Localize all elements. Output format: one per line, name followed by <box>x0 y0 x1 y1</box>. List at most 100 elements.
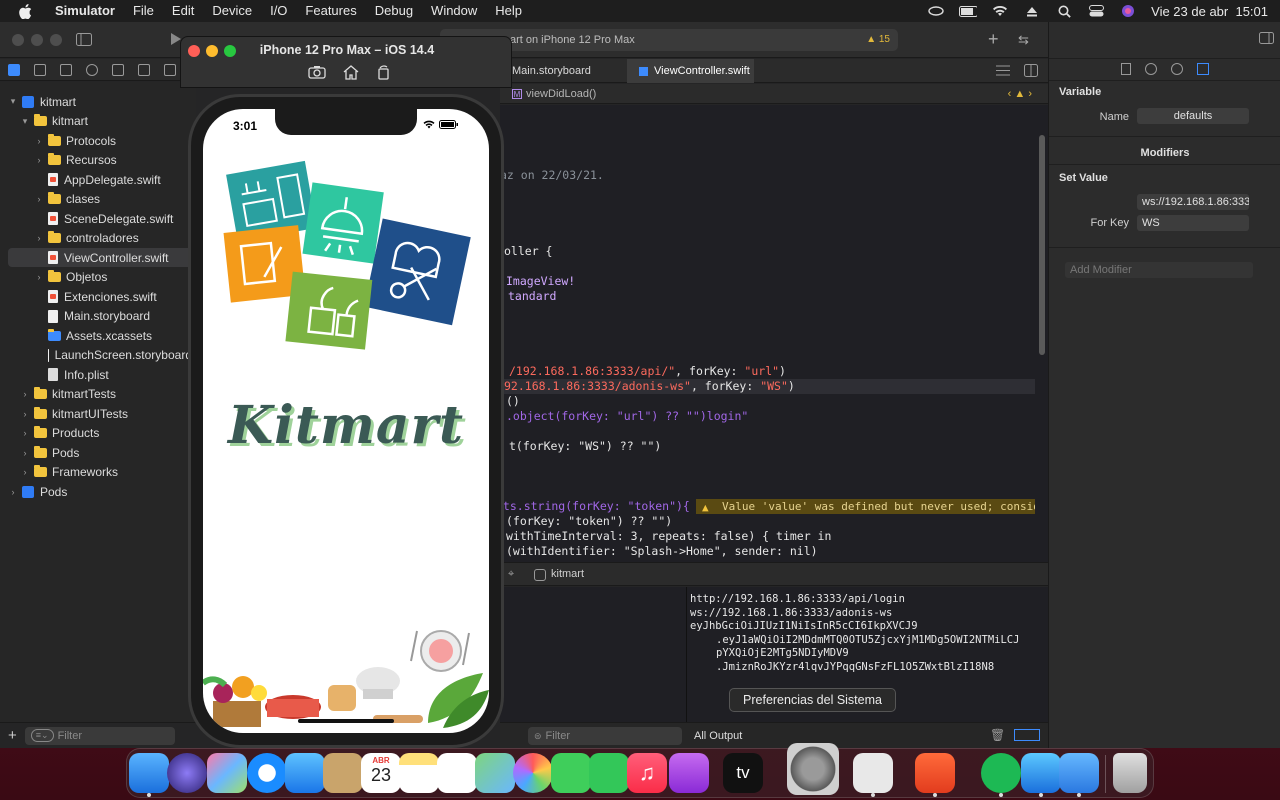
tree-row-file-selected[interactable]: ViewController.swift <box>8 248 192 267</box>
disclosure-closed-icon[interactable]: › <box>20 448 30 458</box>
siri-app-icon[interactable] <box>167 753 207 793</box>
tree-row-file[interactable]: LaunchScreen.storyboard <box>8 346 192 365</box>
disclosure-closed-icon[interactable]: › <box>20 428 30 438</box>
rotate-icon[interactable] <box>375 64 393 80</box>
menubar-clock[interactable]: Vie 23 de abr 15:01 <box>1151 4 1268 19</box>
photos-icon[interactable] <box>513 753 553 793</box>
disclosure-closed-icon[interactable]: › <box>20 409 30 419</box>
tree-row-file[interactable]: Info.plist <box>8 365 192 384</box>
navigator-filter-input[interactable]: ≡⌄ Filter <box>24 726 175 745</box>
inspector-toggle-icon[interactable] <box>1259 32 1274 47</box>
contacts-icon[interactable] <box>323 753 363 793</box>
file-inspector-icon[interactable] <box>1121 63 1131 75</box>
console-layout-icon[interactable] <box>1014 729 1040 741</box>
creative-cloud-icon[interactable] <box>927 4 945 18</box>
debug-target-label[interactable]: kitmart <box>551 568 584 580</box>
issue-warning-icon[interactable]: ‹ ▲ › <box>1008 84 1032 104</box>
tree-row-folder[interactable]: › kitmartTests <box>8 385 192 404</box>
inline-warning[interactable]: ▲ Value 'value' was defined but never use… <box>696 499 1035 514</box>
safari-icon[interactable] <box>247 753 287 793</box>
disclosure-closed-icon[interactable]: › <box>8 487 18 497</box>
tree-row-file[interactable]: Main.storyboard <box>8 307 192 326</box>
tree-row-folder[interactable]: › clases <box>8 190 192 209</box>
tree-row-file[interactable]: SceneDelegate.swift <box>8 209 192 228</box>
debug-navigator-icon[interactable] <box>164 63 176 76</box>
disclosure-open-icon[interactable]: ▾ <box>8 96 18 107</box>
code-editor[interactable]: az on 22/03/21. oller { ImageView! tanda… <box>496 105 1048 569</box>
reminders-icon[interactable] <box>437 753 477 793</box>
window-close-button[interactable] <box>12 34 24 46</box>
help-inspector-icon[interactable] <box>1171 63 1183 75</box>
tree-row-project[interactable]: ▾ kitmart <box>8 92 192 111</box>
menu-device[interactable]: Device <box>203 0 261 22</box>
messages-icon[interactable] <box>551 753 591 793</box>
editor-scrollbar[interactable] <box>1039 135 1045 355</box>
warning-count-badge[interactable]: ▲ 15 <box>866 29 890 51</box>
tab-main-storyboard[interactable]: Main.storyboard <box>500 59 627 83</box>
project-navigator-icon[interactable] <box>8 63 20 76</box>
code-review-icon[interactable]: ⇆ <box>1018 32 1029 48</box>
test-navigator-icon[interactable] <box>138 63 150 76</box>
disclosure-closed-icon[interactable]: › <box>34 233 44 243</box>
menu-window[interactable]: Window <box>422 0 486 22</box>
iphone-screen[interactable]: 3:01 Kitmart <box>203 109 489 733</box>
siri-icon[interactable] <box>1119 4 1137 18</box>
add-editor-icon[interactable] <box>1024 64 1038 80</box>
disclosure-closed-icon[interactable]: › <box>20 389 30 399</box>
trash-icon[interactable] <box>1113 753 1147 793</box>
brave-icon[interactable] <box>915 753 955 793</box>
tree-row-file[interactable]: Assets.xcassets <box>8 326 192 345</box>
tree-row-folder[interactable]: › controladores <box>8 229 192 248</box>
xcode-icon[interactable] <box>1021 753 1061 793</box>
window-minimize-button[interactable] <box>31 34 43 46</box>
add-modifier-field[interactable]: Add Modifier <box>1065 262 1253 278</box>
tree-row-folder[interactable]: ▾ kitmart <box>8 112 192 131</box>
disclosure-closed-icon[interactable]: › <box>20 467 30 477</box>
menu-app-name[interactable]: Simulator <box>46 0 124 22</box>
home-icon[interactable] <box>342 64 360 80</box>
system-preferences-icon[interactable] <box>787 743 839 795</box>
screenshot-icon[interactable] <box>308 64 326 80</box>
spotlight-search-icon[interactable] <box>1055 4 1073 18</box>
trash-icon[interactable]: 🗑 <box>990 728 1005 742</box>
menu-debug[interactable]: Debug <box>366 0 422 22</box>
source-control-icon[interactable] <box>34 63 46 76</box>
location-icon[interactable]: ⌖ <box>508 568 514 581</box>
disclosure-closed-icon[interactable]: › <box>34 272 44 282</box>
tree-row-folder[interactable]: › Protocols <box>8 131 192 150</box>
disclosure-closed-icon[interactable]: › <box>34 155 44 165</box>
jump-bar[interactable]: MviewDidLoad() ‹ ▲ › <box>500 84 1048 104</box>
screenshot-app-icon[interactable] <box>853 753 893 793</box>
value-field[interactable]: ws://192.168.1.86:3333 <box>1137 194 1249 210</box>
menu-file[interactable]: File <box>124 0 163 22</box>
attributes-inspector-icon[interactable] <box>1197 63 1209 75</box>
disclosure-open-icon[interactable]: ▾ <box>20 116 30 127</box>
control-center-icon[interactable] <box>1087 4 1105 18</box>
battery-icon[interactable] <box>959 4 978 18</box>
sidebar-toggle-icon[interactable] <box>76 33 92 49</box>
apple-menu-icon[interactable] <box>16 3 34 19</box>
variables-filter-input[interactable]: ⊜ Filter <box>528 727 682 745</box>
menu-help[interactable]: Help <box>486 0 531 22</box>
wifi-icon[interactable] <box>991 4 1009 18</box>
calendar-icon[interactable]: ABR 23 <box>361 753 401 793</box>
simulator-icon[interactable] <box>1059 753 1099 793</box>
mail-icon[interactable] <box>285 753 325 793</box>
add-library-icon[interactable]: + <box>988 29 999 50</box>
launchpad-icon[interactable] <box>207 753 247 793</box>
console-output-select[interactable]: All Output <box>694 730 742 742</box>
disclosure-closed-icon[interactable]: › <box>34 136 44 146</box>
find-navigator-icon[interactable] <box>86 63 98 76</box>
apple-tv-icon[interactable]: tv <box>723 753 763 793</box>
menu-features[interactable]: Features <box>296 0 365 22</box>
tree-row-folder[interactable]: › Recursos <box>8 151 192 170</box>
home-indicator[interactable] <box>298 719 394 723</box>
tree-row-folder[interactable]: › Frameworks <box>8 463 192 482</box>
name-field[interactable]: defaults <box>1137 108 1249 124</box>
tree-row-folder[interactable]: › Pods <box>8 443 192 462</box>
tree-row-project[interactable]: › Pods <box>8 482 192 501</box>
history-inspector-icon[interactable] <box>1145 63 1157 75</box>
menu-io[interactable]: I/O <box>261 0 296 22</box>
tree-row-folder[interactable]: › Objetos <box>8 268 192 287</box>
symbol-navigator-icon[interactable] <box>60 63 72 76</box>
